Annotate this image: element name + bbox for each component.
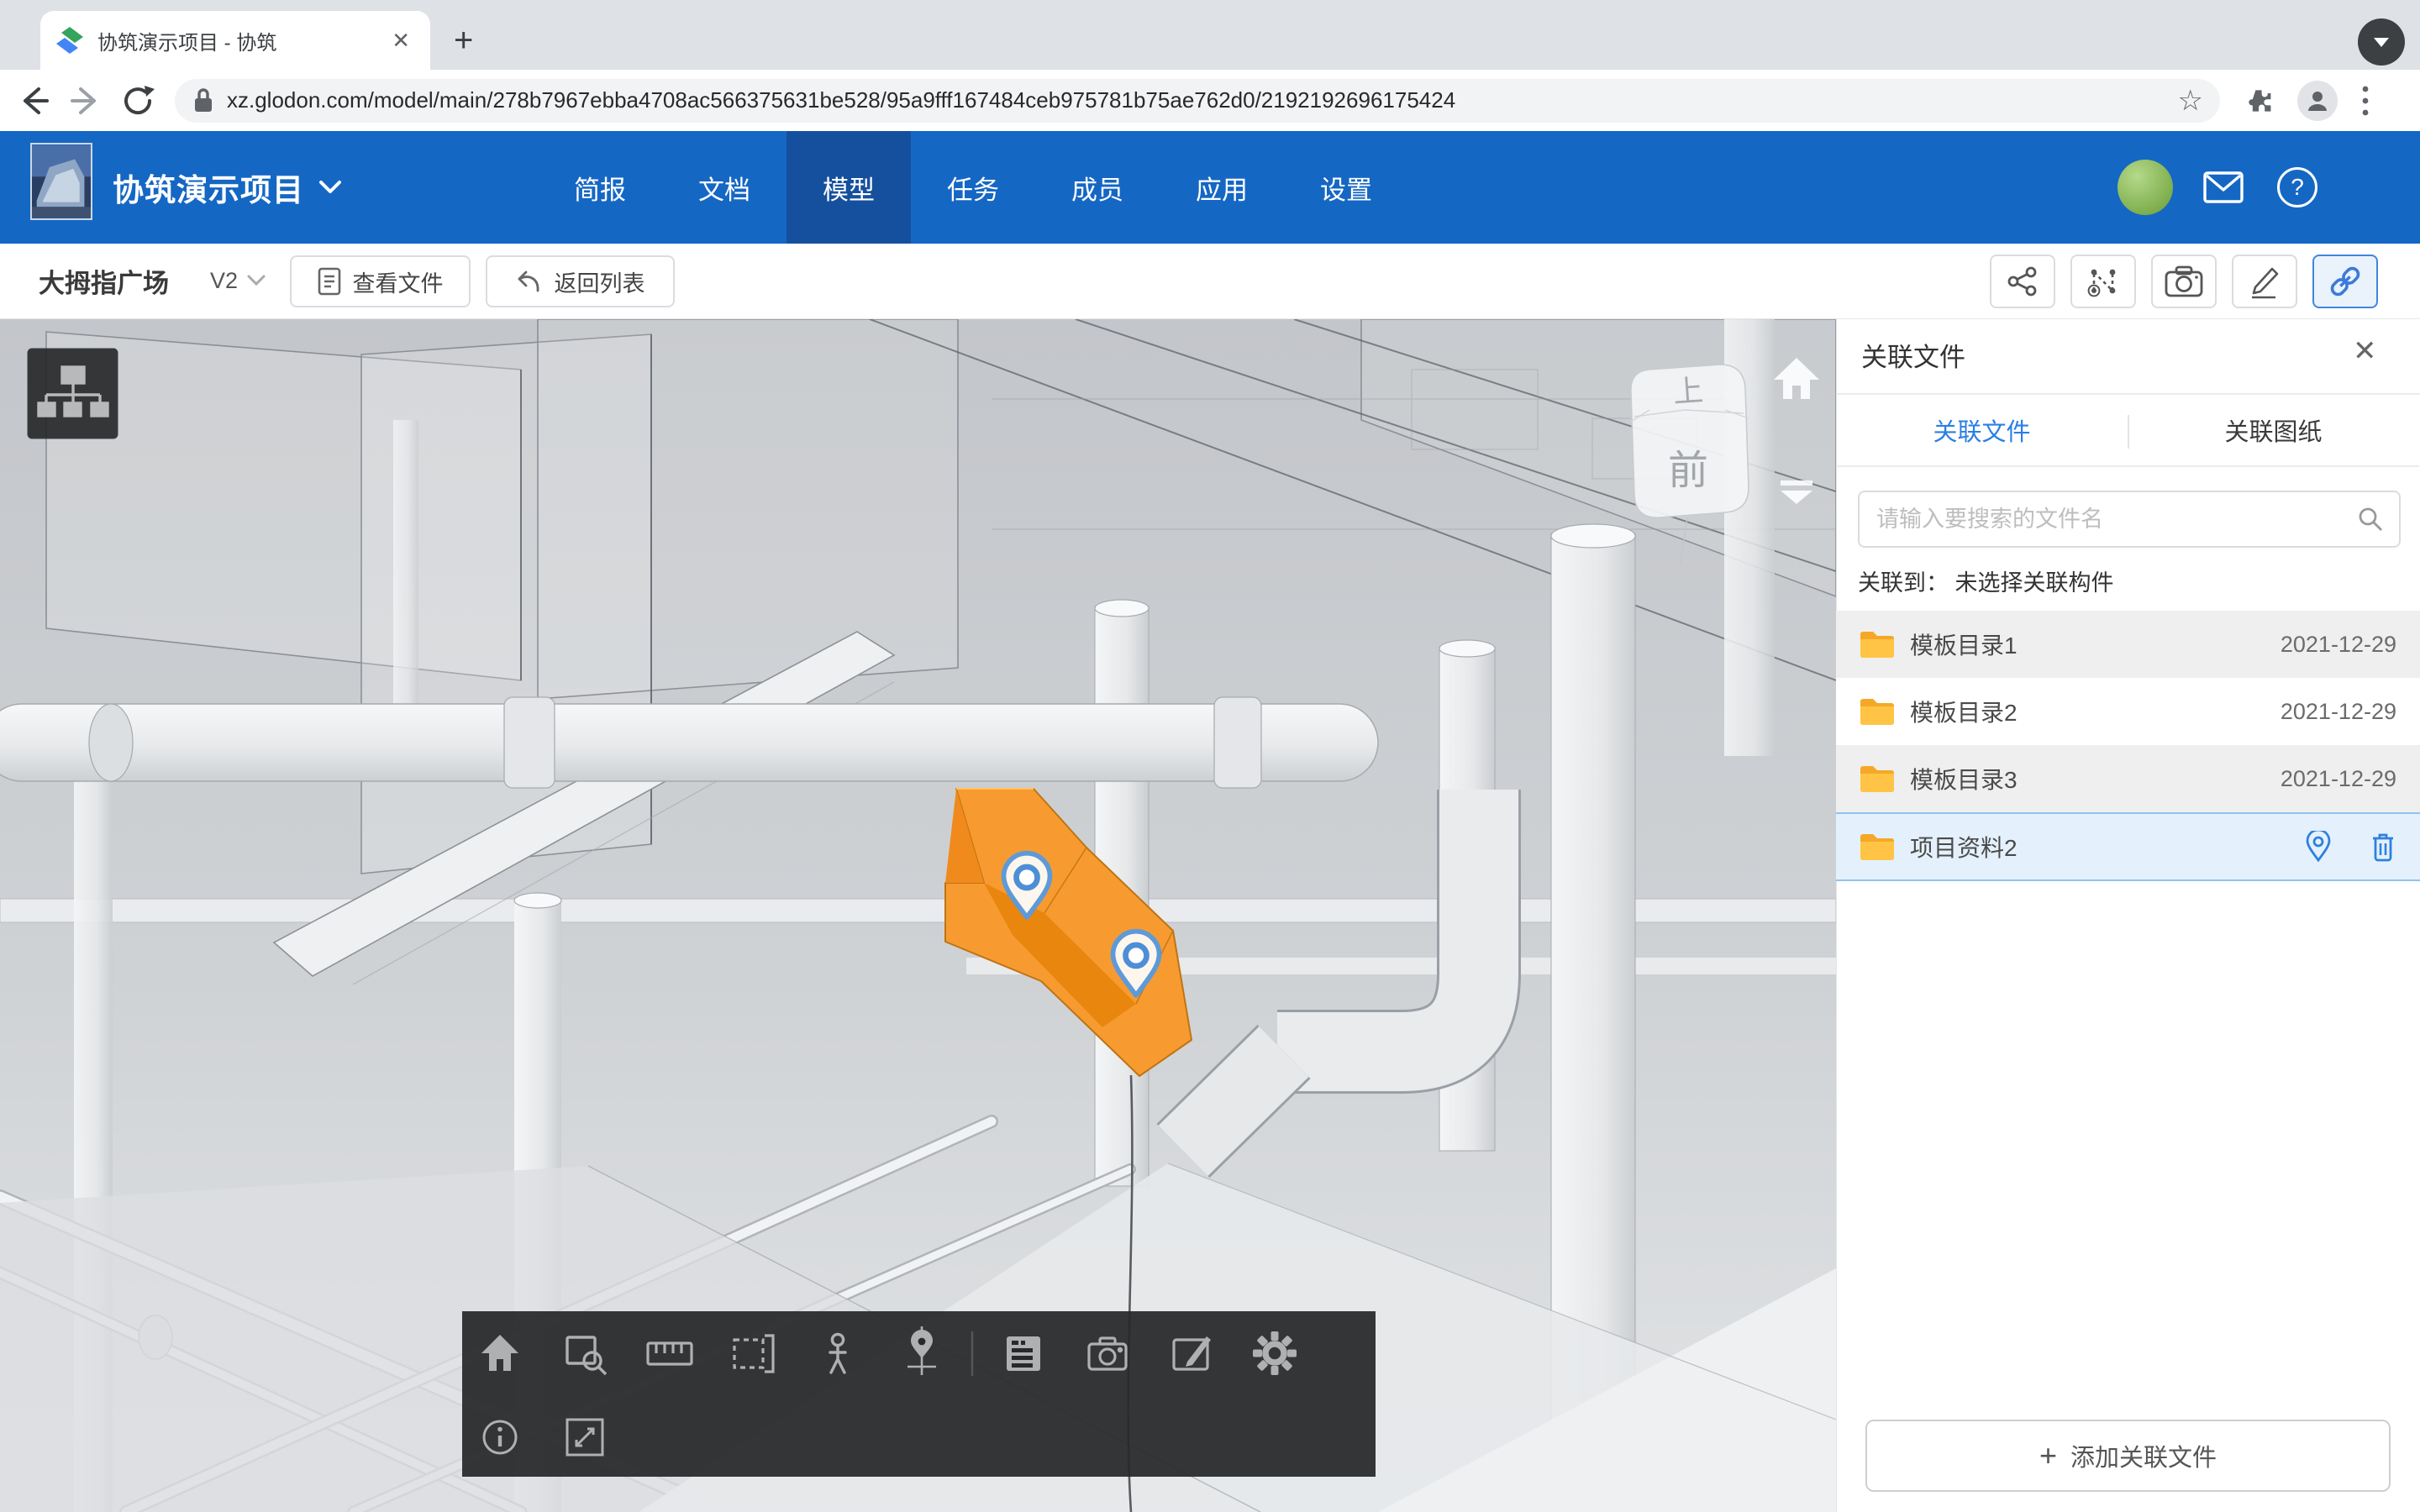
vt-properties-button[interactable] (1007, 1336, 1040, 1371)
extensions-puzzle-icon[interactable] (2242, 84, 2275, 118)
nav-item-model[interactable]: 模型 (786, 131, 911, 244)
help-glyph: ? (2291, 174, 2304, 201)
user-avatar[interactable] (2118, 160, 2173, 215)
help-icon[interactable]: ? (2277, 167, 2317, 207)
file-name: 项目资料2 (1910, 830, 2304, 864)
file-name: 模板目录2 (1910, 695, 2281, 728)
nav-item-apps[interactable]: 应用 (1160, 131, 1284, 244)
folder-icon (1860, 697, 1895, 726)
share-icon (2006, 265, 2039, 298)
locate-pin-icon[interactable] (2304, 831, 2333, 863)
file-date: 2021-12-29 (2281, 632, 2396, 658)
panel-close-icon[interactable]: ✕ (2353, 334, 2377, 368)
tab-linked-drawings[interactable]: 关联图纸 (2128, 395, 2419, 467)
tab-title: 协筑演示项目 - 协筑 (97, 26, 387, 55)
model-tree-button[interactable] (28, 349, 118, 438)
link-files-button[interactable] (2312, 255, 2378, 308)
model-version-select[interactable]: V2 (210, 244, 266, 318)
file-list: 模板目录1 2021-12-29 模板目录2 2021-12-29 模板目录3 … (1836, 611, 2420, 881)
nav-item-tasks[interactable]: 任务 (911, 131, 1035, 244)
back-icon[interactable] (15, 82, 52, 119)
view-file-button[interactable]: 查看文件 (290, 255, 471, 307)
view-file-label: 查看文件 (353, 265, 444, 298)
panel-title: 关联文件 (1861, 336, 1965, 374)
file-row[interactable]: 模板目录1 2021-12-29 (1836, 611, 2420, 678)
add-linked-file-button[interactable]: + 添加关联文件 (1865, 1420, 2391, 1492)
plus-icon: + (2039, 1438, 2057, 1473)
chevron-down-icon (318, 179, 343, 196)
file-search-input[interactable] (1875, 506, 2357, 533)
cube-top-label: 上 (1672, 373, 1705, 409)
nav-item-briefing[interactable]: 简报 (538, 131, 662, 244)
model-viewport[interactable]: 上 前 (0, 319, 1836, 1512)
header-right: ? (2118, 131, 2317, 244)
downloads-button[interactable] (2358, 18, 2405, 66)
tab-divider (2128, 415, 2129, 449)
folder-icon (1860, 832, 1895, 861)
link-icon (2327, 263, 2364, 300)
tab-close-icon[interactable]: ✕ (387, 28, 415, 54)
annotate-button[interactable] (2232, 255, 2297, 308)
mail-icon[interactable] (2203, 171, 2244, 203)
project-title-text: 协筑演示项目 (113, 165, 304, 210)
snapshot-button[interactable] (2151, 255, 2217, 308)
delete-trash-icon[interactable] (2370, 832, 2396, 862)
back-to-list-button[interactable]: 返回列表 (486, 255, 675, 307)
share-button[interactable] (1990, 255, 2055, 308)
nav-item-settings[interactable]: 设置 (1284, 131, 1408, 244)
camera-icon (2165, 265, 2203, 297)
main-nav: 简报 文档 模型 任务 成员 应用 设置 (538, 131, 1408, 244)
measure-path-icon (2086, 264, 2121, 299)
file-name: 模板目录3 (1910, 762, 2281, 795)
model-name: 大拇指广场 (39, 244, 169, 318)
return-arrow-icon (516, 269, 543, 294)
browser-url-bar: xz.glodon.com/model/main/278b7967ebba470… (0, 70, 2420, 131)
viewer-toolbar (462, 1311, 1376, 1477)
browser-tab-strip: 协筑演示项目 - 协筑 ✕ + (0, 0, 2420, 70)
pencil-icon (2247, 264, 2282, 299)
file-date: 2021-12-29 (2281, 766, 2396, 792)
search-icon (2357, 506, 2384, 533)
folder-icon (1860, 764, 1895, 793)
file-row[interactable]: 模板目录3 2021-12-29 (1836, 745, 2420, 812)
linked-to-status: 关联到： 未选择关联构件 (1858, 564, 2114, 597)
tab-linked-files[interactable]: 关联文件 (1836, 395, 2128, 467)
url-text: xz.glodon.com/model/main/278b7967ebba470… (227, 87, 2178, 113)
document-icon (318, 267, 341, 296)
project-logo[interactable] (30, 143, 92, 220)
bookmark-star-icon[interactable]: ☆ (2178, 84, 2203, 118)
new-tab-button[interactable]: + (454, 24, 473, 57)
add-linked-file-label: 添加关联文件 (2070, 1438, 2217, 1473)
project-title[interactable]: 协筑演示项目 (113, 131, 343, 244)
back-to-list-label: 返回列表 (555, 265, 645, 298)
browser-profile-avatar[interactable] (2297, 81, 2338, 121)
file-search-box[interactable] (1858, 491, 2401, 548)
browser-tab[interactable]: 协筑演示项目 - 协筑 ✕ (40, 11, 430, 70)
folder-icon (1860, 630, 1895, 659)
triangle-down-icon (2371, 32, 2391, 52)
chevron-down-icon (246, 274, 266, 287)
lock-icon (192, 87, 215, 115)
file-name: 模板目录1 (1910, 627, 2281, 661)
forward-icon[interactable] (67, 82, 104, 119)
measure-button[interactable] (2070, 255, 2136, 308)
file-row-selected[interactable]: 项目资料2 (1836, 812, 2420, 881)
file-date: 2021-12-29 (2281, 699, 2396, 725)
cube-front-label: 前 (1668, 449, 1708, 493)
site-favicon (55, 26, 84, 55)
file-row[interactable]: 模板目录2 2021-12-29 (1836, 678, 2420, 745)
person-icon (2305, 88, 2330, 113)
browser-menu-dots-icon[interactable] (2360, 82, 2371, 119)
reload-icon[interactable] (119, 82, 156, 119)
url-field[interactable]: xz.glodon.com/model/main/278b7967ebba470… (175, 79, 2220, 123)
nav-item-members[interactable]: 成员 (1035, 131, 1160, 244)
nav-item-documents[interactable]: 文档 (662, 131, 786, 244)
model-version: V2 (210, 268, 238, 294)
